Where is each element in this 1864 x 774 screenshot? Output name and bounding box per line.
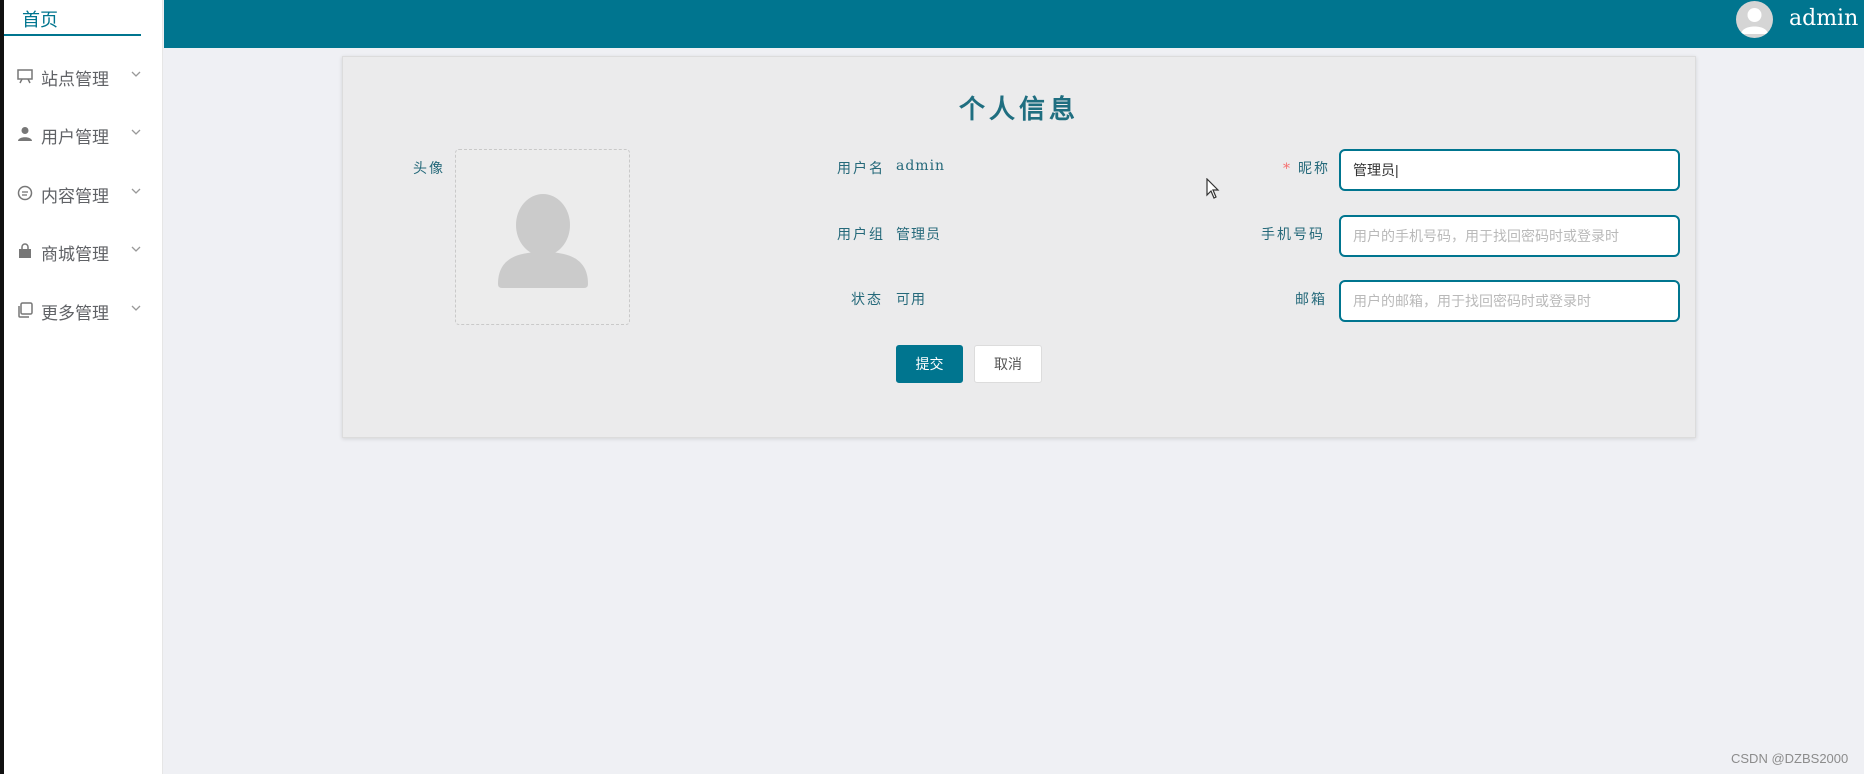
monitor-icon: [17, 69, 33, 84]
email-label: 邮箱: [1295, 292, 1327, 308]
email-field[interactable]: [1339, 280, 1680, 322]
nickname-label: * 昵称: [1283, 158, 1330, 178]
chevron-down-icon: [131, 129, 141, 135]
required-mark: *: [1283, 161, 1292, 177]
group-label: 用户组: [837, 227, 885, 243]
chevron-down-icon: [131, 305, 141, 311]
status-value: 可用: [896, 292, 926, 308]
username-value: admin: [896, 158, 946, 174]
chevron-down-icon: [131, 71, 141, 77]
avatar-upload[interactable]: [455, 149, 630, 325]
profile-card: 个人信息 头像 用户名 admin 用户组 管理员 状态 可用 * 昵称 手机号码…: [342, 56, 1696, 438]
chat-icon: [17, 185, 33, 201]
phone-field[interactable]: [1339, 215, 1680, 257]
chevron-down-icon: [131, 188, 141, 194]
copy-icon: [18, 302, 33, 318]
sidebar-item-home[interactable]: 首页: [4, 0, 141, 36]
watermark: CSDN @DZBS2000: [1731, 751, 1849, 766]
group-value: 管理员: [896, 227, 941, 243]
submit-button[interactable]: 提交: [896, 345, 963, 383]
sidebar-item-shop[interactable]: 商城管理: [4, 231, 163, 271]
sidebar-item-label: 更多管理: [41, 304, 109, 324]
sidebar: 首页 站点管理 用户管理 内容管理 商城管理 更多管理: [4, 0, 163, 774]
page-title: 个人信息: [958, 95, 1079, 125]
sidebar-item-site[interactable]: 站点管理: [4, 56, 163, 96]
nickname-label-text: 昵称: [1298, 161, 1330, 177]
sidebar-item-label: 用户管理: [41, 128, 109, 148]
phone-label: 手机号码: [1261, 227, 1325, 243]
avatar-placeholder-icon: [1741, 8, 1768, 34]
top-header: [164, 0, 1864, 48]
chevron-down-icon: [131, 246, 141, 252]
status-label: 状态: [851, 292, 883, 308]
mouse-cursor-icon: [1206, 178, 1220, 199]
header-username[interactable]: admin: [1789, 6, 1858, 31]
user-avatar[interactable]: [1736, 1, 1773, 38]
avatar-label: 头像: [413, 161, 445, 177]
sidebar-item-users[interactable]: 用户管理: [4, 114, 163, 154]
sidebar-home-label: 首页: [22, 10, 58, 31]
sidebar-item-more[interactable]: 更多管理: [4, 290, 163, 330]
user-icon: [18, 127, 32, 141]
bag-icon: [19, 243, 31, 258]
sidebar-item-label: 商城管理: [41, 245, 109, 265]
sidebar-item-label: 站点管理: [41, 70, 109, 90]
user-placeholder-icon: [498, 194, 588, 288]
username-label: 用户名: [837, 161, 885, 177]
sidebar-item-content[interactable]: 内容管理: [4, 173, 163, 213]
cancel-button[interactable]: 取消: [974, 345, 1042, 383]
sidebar-item-label: 内容管理: [41, 187, 109, 207]
nickname-field[interactable]: [1339, 149, 1680, 191]
